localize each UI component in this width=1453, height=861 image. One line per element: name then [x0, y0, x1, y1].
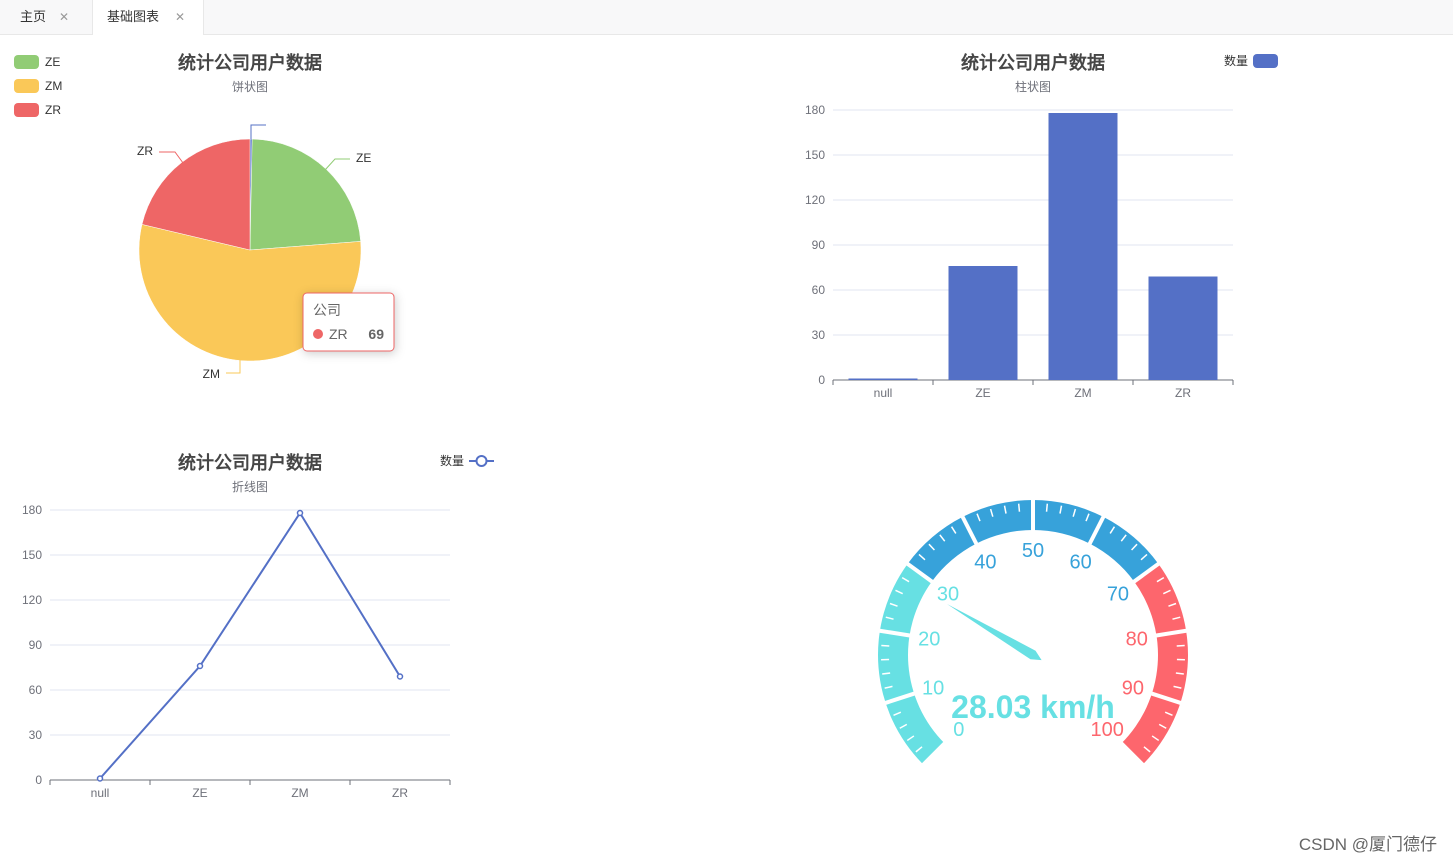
y-tick-label: 30: [29, 728, 43, 742]
gauge-band-3: [1121, 563, 1188, 765]
gauge-label: 10: [922, 677, 944, 699]
y-tick-label: 90: [29, 638, 43, 652]
series-line: [99, 511, 401, 780]
bar-null[interactable]: [848, 378, 918, 381]
gauge-detail: 28.03 km/h: [951, 689, 1115, 725]
gauge-label: 60: [1070, 551, 1092, 573]
pie-label-zr: ZR: [137, 144, 153, 158]
y-tick-label: 30: [812, 328, 826, 342]
x-tick-label: null: [874, 386, 893, 400]
gauge-minor-tick: [1175, 672, 1184, 675]
y-tick-label: 180: [805, 103, 825, 117]
bar-chart-subtitle: 柱状图: [1015, 79, 1051, 94]
gauge-label: 70: [1107, 583, 1129, 605]
x-tick-label: ZR: [1175, 386, 1191, 400]
bar-chart-title: 统计公司用户数据: [961, 52, 1105, 73]
x-tick-label: ZE: [975, 386, 990, 400]
line-legend-marker[interactable]: [475, 455, 488, 467]
bar-legend-label[interactable]: 数量: [1224, 53, 1248, 68]
gauge-minor-tick: [1176, 644, 1185, 647]
y-tick-label: 60: [812, 283, 826, 297]
pie-chart-title: 统计公司用户数据: [178, 52, 322, 73]
gauge-label: 40: [974, 551, 996, 573]
point-zr[interactable]: [396, 673, 404, 680]
gauge-label: 30: [937, 583, 959, 605]
line-chart: 统计公司用户数据 折线图 数量 0 30 60 90 120 150 180 null ZE ZM…: [22, 452, 494, 800]
charts-canvas: 统计公司用户数据 饼状图 ZE ZM ZR ZE ZM ZR 公司 ZR 69: [14, 52, 1278, 800]
gauge-band-1: [878, 563, 945, 765]
legend-swatch-zm[interactable]: [14, 79, 39, 93]
pie-tooltip: 公司 ZR 69: [302, 292, 395, 352]
legend-swatch-zr[interactable]: [14, 103, 39, 117]
x-tick-label: null: [91, 786, 110, 800]
line-chart-title: 统计公司用户数据: [178, 452, 322, 473]
y-tick-label: 60: [29, 683, 43, 697]
gauge-minor-tick: [1045, 503, 1049, 512]
y-tick-label: 150: [805, 148, 825, 162]
gauge-minor-tick: [882, 672, 891, 675]
bar-marks: [848, 113, 1218, 381]
x-tick-label: ZM: [291, 786, 308, 800]
gauge-minor-tick: [1017, 503, 1021, 512]
x-tick-label: ZE: [192, 786, 207, 800]
point-ze[interactable]: [196, 662, 204, 670]
bar-ze[interactable]: [948, 266, 1018, 380]
watermark: CSDN @厦门德仔: [1298, 835, 1437, 854]
pie-chart: 统计公司用户数据 饼状图 ZE ZM ZR ZE ZM ZR 公司 ZR 69: [14, 52, 395, 381]
bar-legend-swatch[interactable]: [1253, 54, 1278, 68]
pie-chart-subtitle: 饼状图: [232, 80, 268, 94]
y-tick-label: 120: [805, 193, 825, 207]
legend-swatch-ze[interactable]: [14, 55, 39, 69]
line-chart-subtitle: 折线图: [232, 479, 268, 494]
y-tick-label: 120: [22, 593, 42, 607]
tooltip-marker: [313, 329, 323, 339]
x-tick-label: ZM: [1074, 386, 1091, 400]
pie-label-line-ze: [324, 158, 350, 171]
y-tick-label: 0: [35, 773, 42, 787]
gauge-label: 90: [1122, 677, 1144, 699]
gauge-minor-tick: [881, 644, 890, 647]
bar-chart: 统计公司用户数据 柱状图 数量 0 30 60 90 120 150 180 null ZE ZM…: [805, 52, 1278, 400]
gauge-label: 50: [1022, 540, 1044, 562]
line-marks: [96, 509, 404, 782]
pie-label-line-null: [250, 124, 266, 139]
bar-zr[interactable]: [1148, 276, 1218, 381]
pie-label-zm: ZM: [203, 367, 220, 381]
y-tick-label: 150: [22, 548, 42, 562]
point-zm[interactable]: [296, 509, 304, 517]
pie-legend: ZE ZM ZR: [14, 55, 62, 117]
gauge-label: 80: [1126, 629, 1148, 651]
tooltip-name: ZR: [329, 326, 348, 342]
gauge-pointer: [946, 603, 1042, 661]
legend-label-zr[interactable]: ZR: [45, 103, 61, 117]
legend-label-ze[interactable]: ZE: [45, 55, 60, 69]
bar-zm[interactable]: [1048, 113, 1118, 380]
tooltip-value: 69: [368, 326, 384, 342]
pie-slice-ze[interactable]: [249, 138, 361, 251]
line-legend-label[interactable]: 数量: [440, 453, 464, 468]
x-tick-label: ZR: [392, 786, 408, 800]
y-tick-label: 0: [818, 373, 825, 387]
y-tick-label: 90: [812, 238, 826, 252]
pie-label-line-zm: [226, 359, 241, 374]
point-null[interactable]: [96, 775, 104, 782]
gauge-chart: 010203040506070809010028.03 km/h: [878, 499, 1188, 767]
gauge-label: 20: [918, 629, 940, 651]
tooltip-title: 公司: [313, 302, 341, 318]
pie-label-ze: ZE: [356, 151, 371, 165]
legend-label-zm[interactable]: ZM: [45, 79, 62, 93]
y-tick-label: 180: [22, 503, 42, 517]
